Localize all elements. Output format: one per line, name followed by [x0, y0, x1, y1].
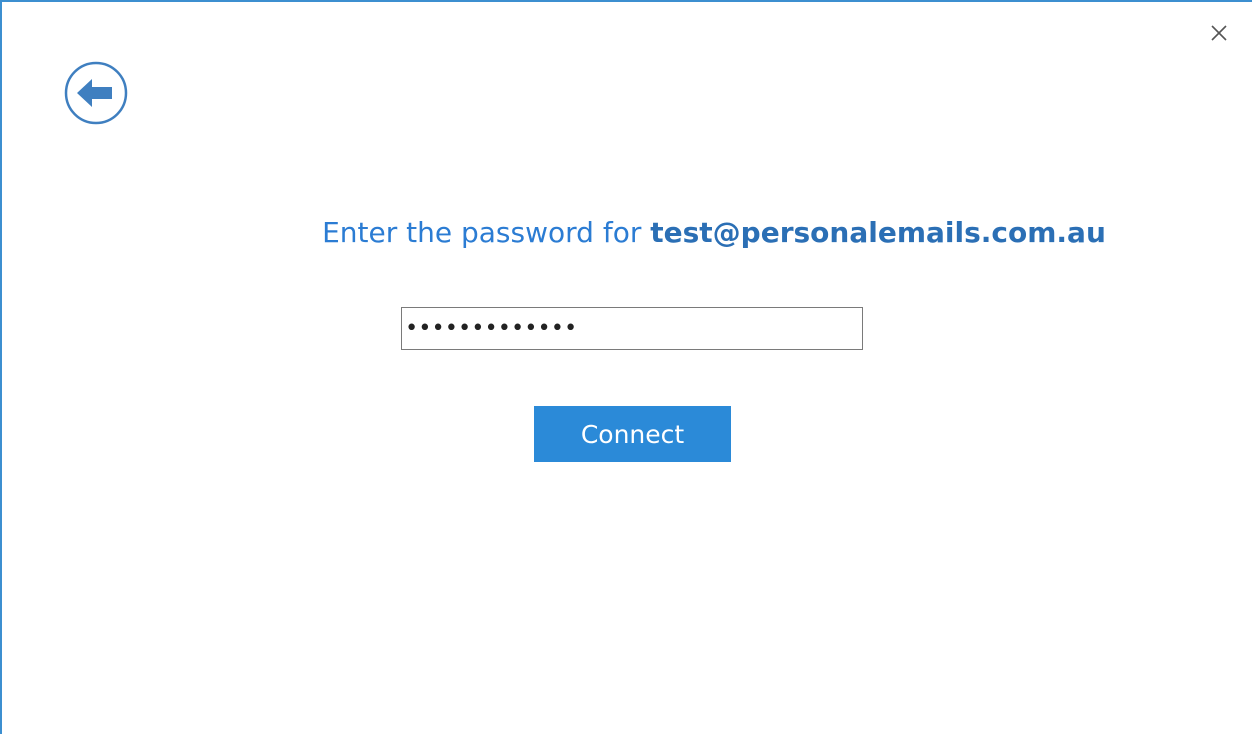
back-button[interactable] — [62, 59, 130, 127]
password-input[interactable] — [401, 307, 863, 350]
connect-button[interactable]: Connect — [534, 406, 731, 462]
account-email: test@personalemails.com.au — [650, 216, 1106, 249]
prompt-prefix: Enter the password for — [322, 216, 642, 249]
password-dialog: Enter the password for test@personalemai… — [0, 0, 1252, 734]
close-button[interactable] — [1202, 16, 1236, 50]
password-prompt: Enter the password for test@personalemai… — [2, 216, 1252, 249]
back-arrow-icon — [64, 61, 128, 125]
close-icon — [1211, 25, 1227, 41]
